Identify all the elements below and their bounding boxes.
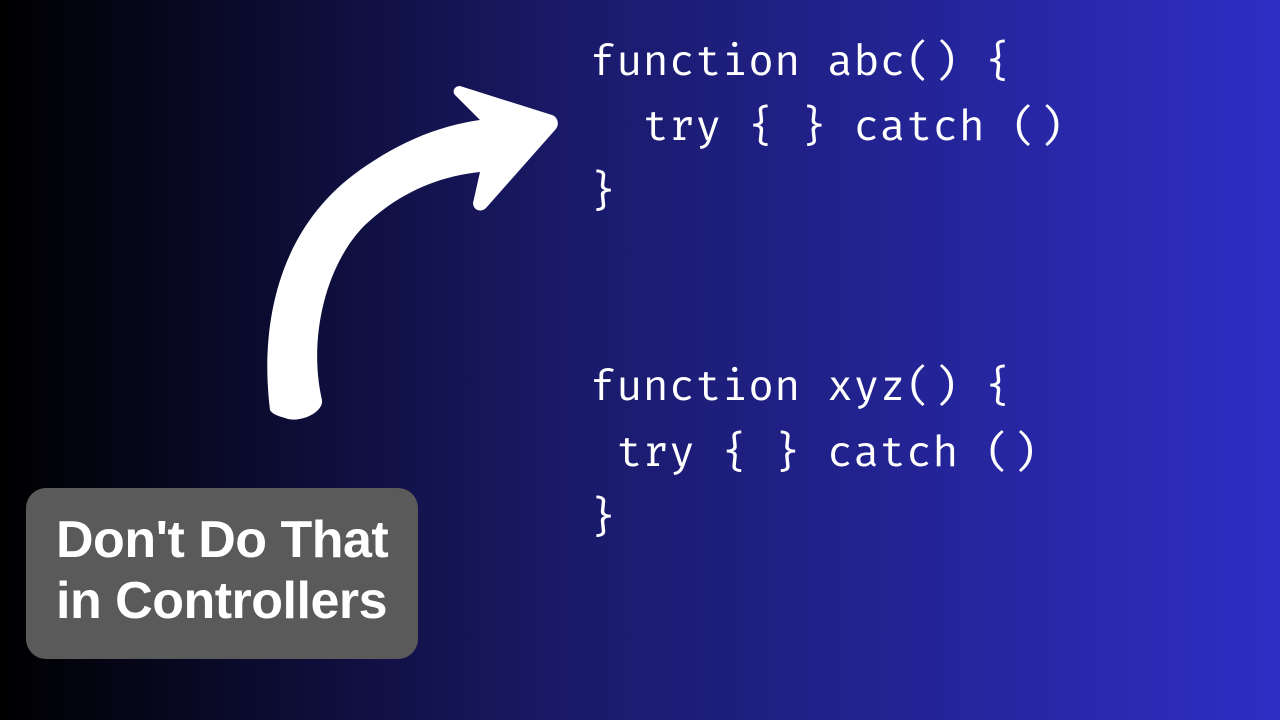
curved-arrow-icon xyxy=(230,80,560,420)
caption-line-2: in Controllers xyxy=(56,571,388,632)
caption-line-1: Don't Do That xyxy=(56,510,388,571)
code-snippet: function abc() { try { } catch () } func… xyxy=(590,30,1064,551)
caption-panel: Don't Do That in Controllers xyxy=(26,488,418,659)
arrow-path xyxy=(267,86,558,420)
